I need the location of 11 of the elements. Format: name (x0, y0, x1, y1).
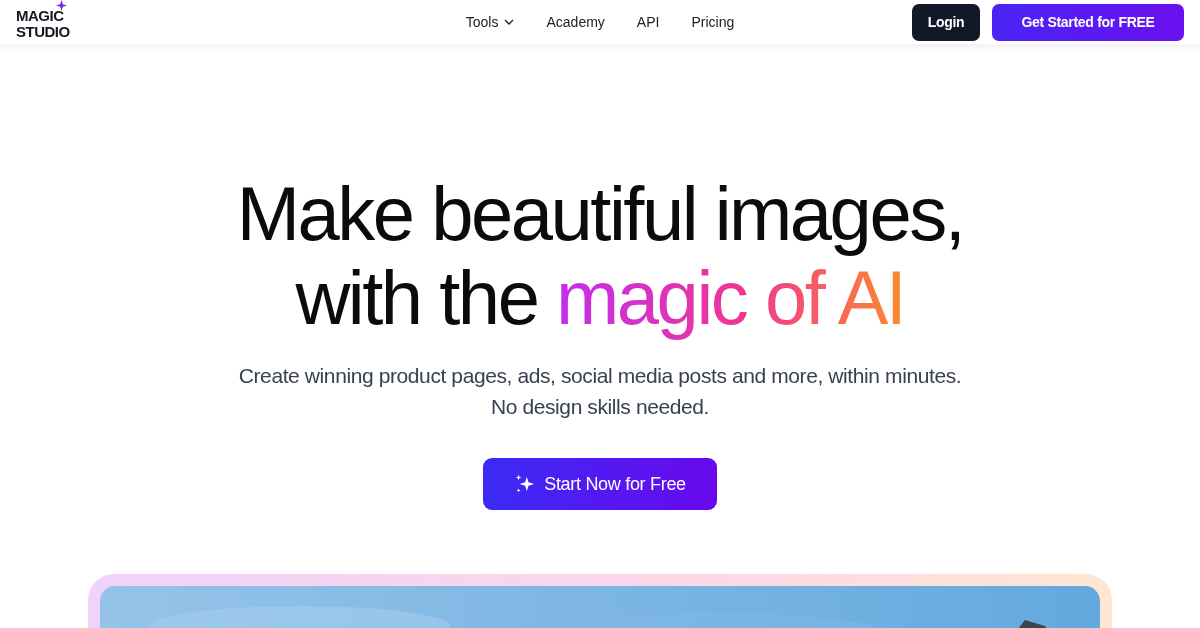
nav-link[interactable]: Academy (546, 14, 605, 30)
hero-subtitle: Create winning product pages, ads, social media posts and more, within minutes. No design skills needed. (237, 363, 963, 420)
hero-heading: Make beautiful images, with the magic of AI (236, 172, 964, 340)
chevron-down-icon (504, 19, 515, 25)
nav-link[interactable]: Tools (465, 14, 515, 30)
start-now-button[interactable]: Start Now for Free (483, 458, 717, 510)
nav-link[interactable]: API (636, 14, 660, 30)
nav-link[interactable]: Pricing (691, 14, 735, 30)
get-started-button[interactable]: Get Started for FREE (992, 3, 1184, 41)
logo[interactable]: MAGIC STUDIO (16, 0, 80, 40)
login-button[interactable]: Login (912, 3, 980, 41)
